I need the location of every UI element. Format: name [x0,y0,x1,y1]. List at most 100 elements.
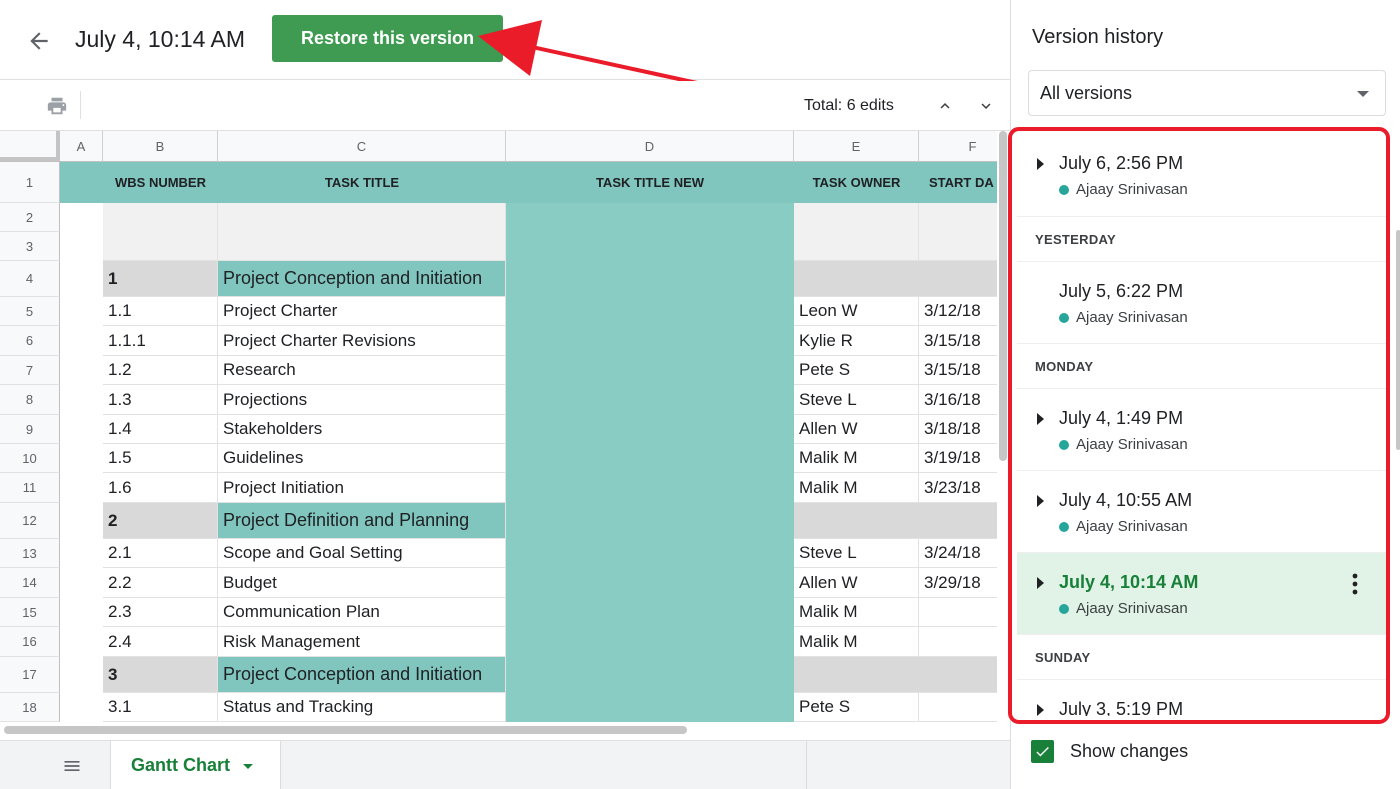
cell-task-owner[interactable]: Pete S [794,356,919,385]
row-header[interactable]: 18 [0,693,60,722]
column-header-b[interactable]: B [103,131,218,162]
panel-scrollbar[interactable] [1396,230,1400,450]
sheet-tab-gantt-chart[interactable]: Gantt Chart [111,741,281,789]
cell-wbs[interactable]: 1.2 [103,356,218,385]
cell-start-date[interactable] [919,598,997,627]
cell-task-owner[interactable]: Leon W [794,297,919,326]
cell-task-owner[interactable]: Malik M [794,444,919,473]
row-header[interactable]: 2 [0,203,60,232]
cell-task-title[interactable]: Budget [218,568,506,598]
row-header[interactable]: 4 [0,261,60,297]
version-item[interactable]: July 6, 2:56 PM Ajaay Srinivasan [1017,134,1387,217]
grid-vertical-scrollbar[interactable] [999,131,1007,461]
cell-wbs[interactable]: 1.1.1 [103,326,218,356]
show-changes-toggle[interactable]: Show changes [1031,740,1188,763]
cell-task-owner[interactable]: Kylie R [794,326,919,356]
cell-start-date[interactable]: 3/23/18 [919,473,997,503]
version-filter-select[interactable]: All versions [1028,70,1386,116]
expand-caret-icon[interactable] [1037,158,1044,170]
section-fill[interactable] [794,503,997,539]
row-header[interactable]: 16 [0,627,60,657]
row-header[interactable]: 14 [0,568,60,598]
section-title[interactable]: Project Conception and Initiation [218,261,506,297]
column-header-e[interactable]: E [794,131,919,162]
cell-wbs[interactable]: 1.5 [103,444,218,473]
cell-task-owner[interactable]: Steve L [794,385,919,415]
row-header[interactable]: 17 [0,657,60,693]
column-header-d[interactable]: D [506,131,794,162]
cell-wbs[interactable]: 1.6 [103,473,218,503]
column-header-c[interactable]: C [218,131,506,162]
row-header[interactable]: 6 [0,326,60,356]
cell-wbs[interactable]: 3.1 [103,693,218,722]
row-header[interactable]: 8 [0,385,60,415]
cell-task-owner[interactable]: Malik M [794,598,919,627]
expand-caret-icon[interactable] [1037,577,1044,589]
cell-start-date[interactable] [919,627,997,657]
cell-task-title[interactable]: Project Charter [218,297,506,326]
section-fill[interactable] [794,261,997,297]
cell-wbs[interactable]: 1.1 [103,297,218,326]
cell-wbs[interactable]: 2.1 [103,539,218,568]
select-all-corner[interactable] [0,131,60,162]
cell-task-owner[interactable]: Allen W [794,415,919,444]
header-start-date[interactable]: START DA [919,162,997,203]
show-changes-checkbox[interactable] [1031,740,1054,763]
version-item[interactable]: July 3, 5:19 PM [1017,680,1387,716]
print-button[interactable] [44,93,70,119]
cell-wbs[interactable]: 1.3 [103,385,218,415]
cell-task-title[interactable]: Project Charter Revisions [218,326,506,356]
row-header[interactable]: 7 [0,356,60,385]
row-header[interactable]: 15 [0,598,60,627]
cell-start-date[interactable]: 3/19/18 [919,444,997,473]
cell-task-title[interactable]: Guidelines [218,444,506,473]
expand-caret-icon[interactable] [1037,413,1044,425]
cell-start-date[interactable] [919,693,997,722]
row-header[interactable]: 5 [0,297,60,326]
cell-wbs[interactable]: 1.4 [103,415,218,444]
cell-task-title[interactable]: Risk Management [218,627,506,657]
cell-task-title[interactable]: Project Initiation [218,473,506,503]
row-header[interactable]: 12 [0,503,60,539]
header-task-title-new[interactable]: TASK TITLE NEW [506,162,794,203]
cell-task-title[interactable]: Scope and Goal Setting [218,539,506,568]
version-list[interactable]: July 6, 2:56 PM Ajaay Srinivasan YESTERD… [1017,134,1387,716]
cell-e2[interactable] [794,203,919,261]
cell-f2[interactable] [919,203,997,261]
row-header[interactable]: 1 [0,162,60,203]
cell-task-title[interactable]: Communication Plan [218,598,506,627]
section-wbs[interactable]: 1 [103,261,218,297]
cell-task-title[interactable]: Research [218,356,506,385]
cell-task-owner[interactable]: Malik M [794,473,919,503]
cell-start-date[interactable]: 3/29/18 [919,568,997,598]
header-wbs-number[interactable]: WBS NUMBER [103,162,218,203]
cell-c2[interactable] [218,203,506,261]
cell-start-date[interactable]: 3/15/18 [919,326,997,356]
row-header[interactable]: 9 [0,415,60,444]
cell-b2[interactable] [103,203,218,261]
cell-start-date[interactable]: 3/15/18 [919,356,997,385]
column-header-f[interactable]: F [919,131,997,162]
cell-wbs[interactable]: 2.3 [103,598,218,627]
cell-task-owner[interactable]: Malik M [794,627,919,657]
version-item[interactable]: July 4, 1:49 PM Ajaay Srinivasan [1017,389,1387,471]
cell-start-date[interactable]: 3/12/18 [919,297,997,326]
row-header[interactable]: 3 [0,232,60,261]
cell-wbs[interactable]: 2.2 [103,568,218,598]
spreadsheet-grid[interactable]: A B C D E F 1 2 3 4 5 6 7 8 9 10 11 12 1… [0,131,997,722]
previous-edit-button[interactable] [930,91,960,121]
cell-start-date[interactable]: 3/16/18 [919,385,997,415]
row-header[interactable]: 11 [0,473,60,503]
section-title[interactable]: Project Definition and Planning [218,503,506,539]
section-title[interactable]: Project Conception and Initiation [218,657,506,693]
expand-caret-icon[interactable] [1037,704,1044,716]
column-d-highlight[interactable] [506,203,794,722]
cell-task-owner[interactable]: Allen W [794,568,919,598]
cell-task-title[interactable]: Status and Tracking [218,693,506,722]
row-header[interactable]: 13 [0,539,60,568]
expand-caret-icon[interactable] [1037,495,1044,507]
row-header[interactable]: 10 [0,444,60,473]
version-item-selected[interactable]: July 4, 10:14 AM Ajaay Srinivasan [1017,553,1387,635]
cell-task-owner[interactable]: Steve L [794,539,919,568]
grid-horizontal-scrollbar[interactable] [4,726,687,734]
